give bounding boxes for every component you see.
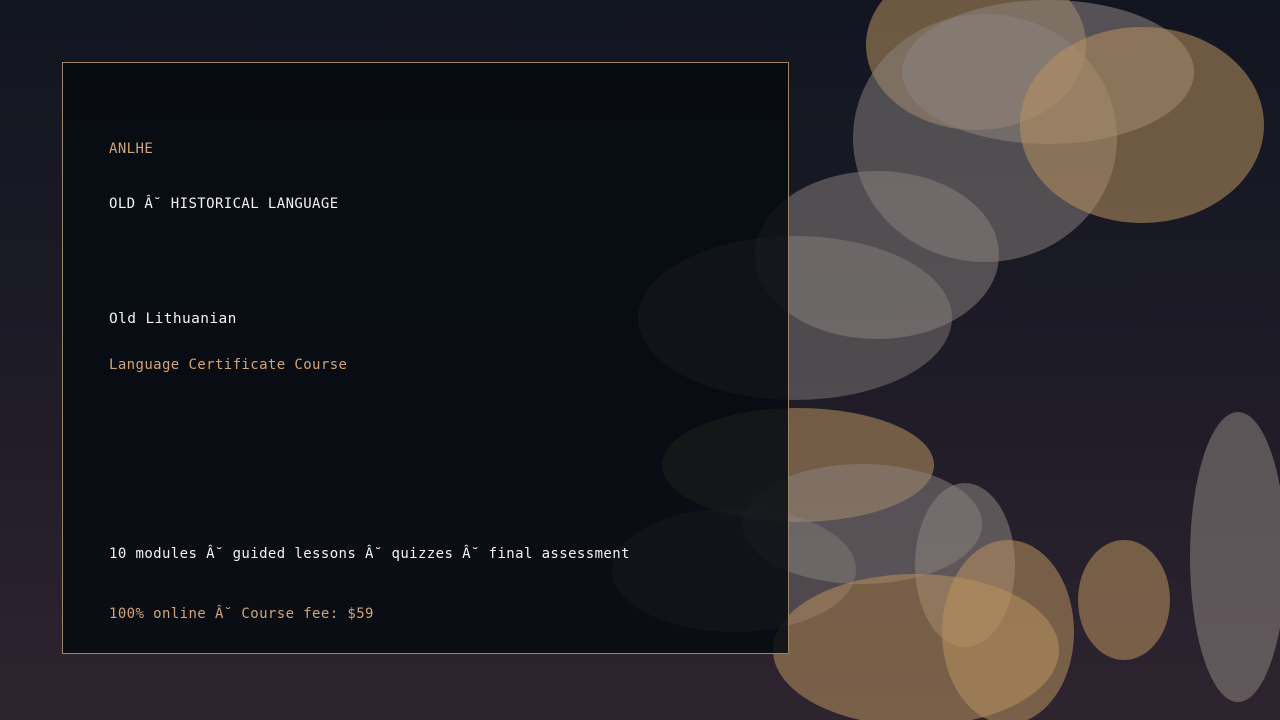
bokeh-circle [1078, 540, 1170, 660]
course-category: OLD Â˘ HISTORICAL LANGUAGE [109, 196, 339, 212]
brand-name: ANLHE [109, 141, 154, 157]
course-title: Old Lithuanian [109, 311, 237, 327]
bokeh-circle [942, 540, 1074, 720]
bokeh-circle [1190, 412, 1280, 702]
course-card: ANLHE OLD Â˘ HISTORICAL LANGUAGE Old Lit… [62, 62, 789, 654]
course-pricing: 100% online Â˘ Course fee: $59 [109, 606, 374, 622]
course-subtitle: Language Certificate Course [109, 357, 348, 373]
bokeh-circle [1020, 27, 1264, 223]
course-details: 10 modules Â˘ guided lessons Â˘ quizzes … [109, 546, 630, 562]
